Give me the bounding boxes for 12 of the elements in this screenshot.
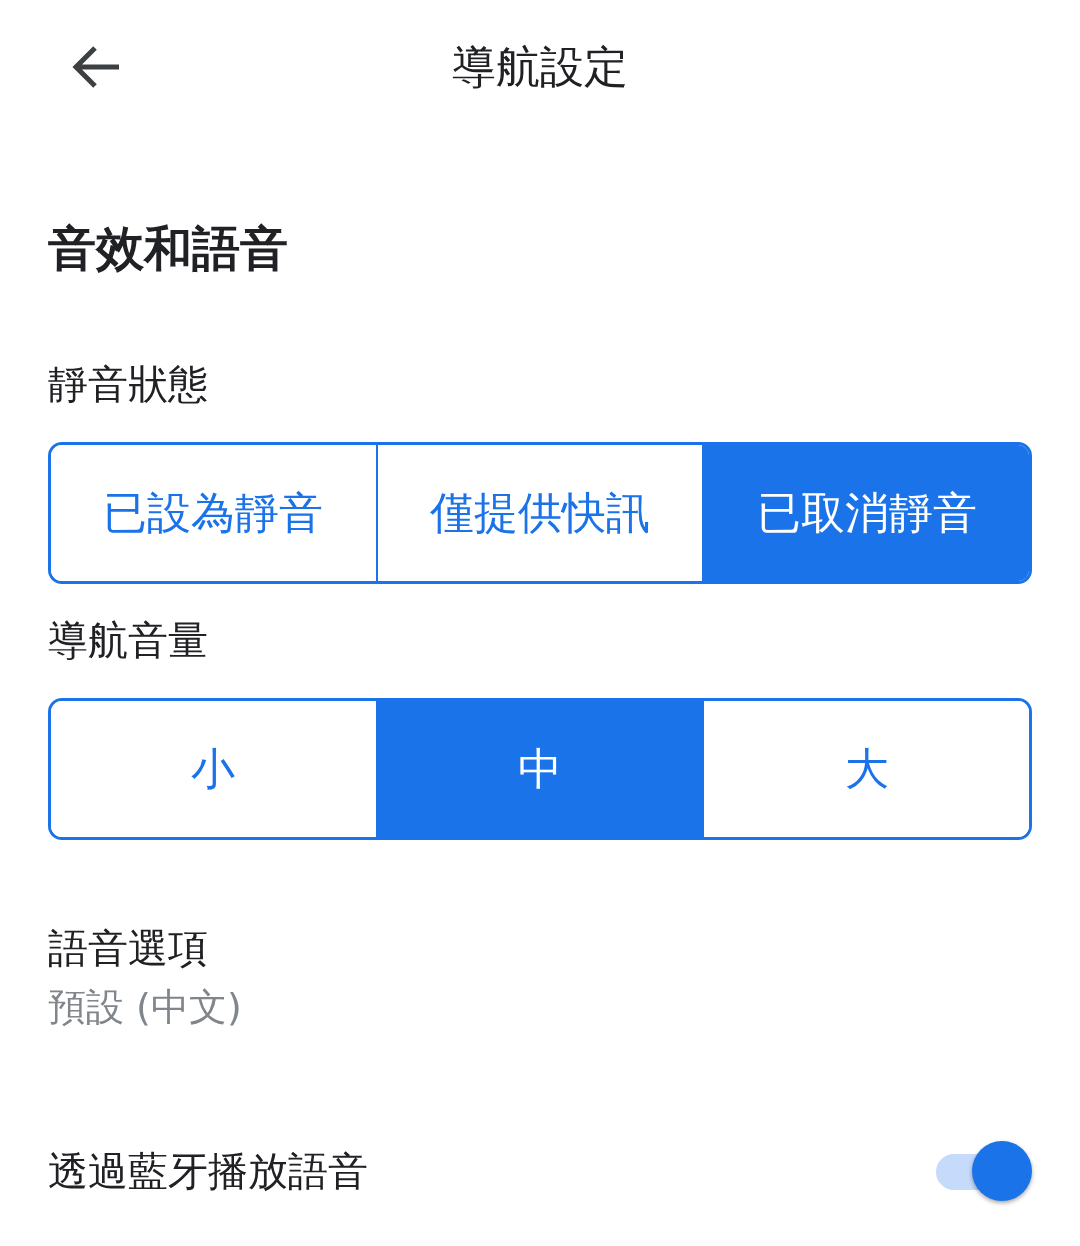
segment-option[interactable]: 已取消靜音 [702,445,1029,581]
volume-label: 導航音量 [48,616,209,665]
page-title: 導航設定 [452,39,628,94]
segment-option[interactable]: 大 [702,701,1029,837]
section-heading: 音效和語音 [48,219,289,278]
voice-options-value: 預設 (中文) [48,984,243,1031]
toggle-switch[interactable] [936,1140,1032,1202]
voice-options-label[interactable]: 語音選項 [48,920,1032,976]
back-arrow-icon [71,44,121,90]
bluetooth-voice-label: 透過藍牙播放語音 [48,1147,368,1196]
segment-option[interactable]: 中 [375,701,703,837]
mute-state-label: 靜音狀態 [48,360,209,409]
